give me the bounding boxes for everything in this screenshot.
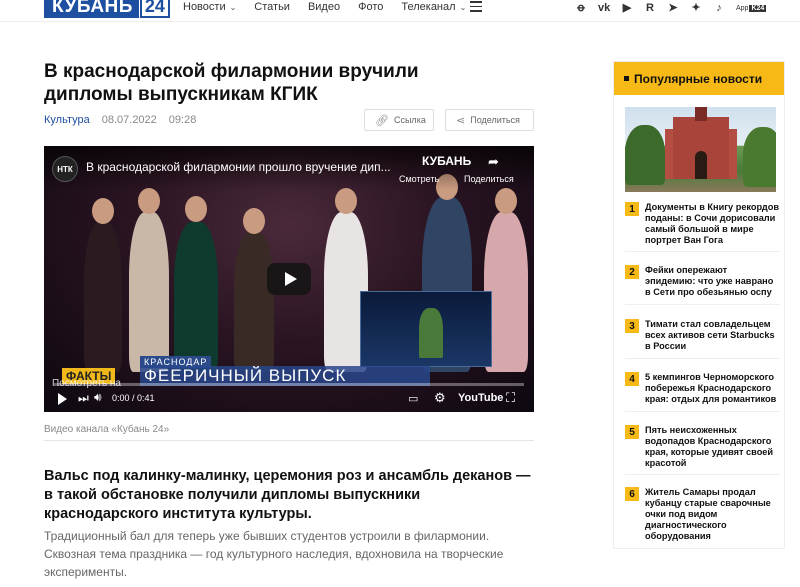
video-title[interactable]: В краснодарской филармонии прошло вручен… <box>86 160 406 174</box>
site-header: КУБАНЬ 24 Новости ⌄ Статьи Видео Фото Тел… <box>0 0 800 22</box>
video-brand-watermark: КУБАНЬ <box>422 154 472 168</box>
news-headline[interactable]: Пять неисхоженных водопадов Краснодарско… <box>645 425 780 469</box>
nav-item-video[interactable]: Видео <box>308 1 340 13</box>
volume-icon[interactable]: 🔊︎ <box>94 390 102 405</box>
nav-label: Видео <box>307 1 341 13</box>
video-player[interactable]: НТК В краснодарской филармонии прошло вр… <box>44 146 534 412</box>
nav-item-articles[interactable]: Статьи <box>254 1 290 13</box>
share-icon: ⋖ <box>456 114 466 127</box>
news-rank: 2 <box>625 265 639 279</box>
video-controls: Посмотреть на ⏭ 🔊︎ 0:00 / 0:41 ▭ ⚙ YouTu… <box>44 378 534 412</box>
main-nav: Новости ⌄ Статьи Видео Фото Телеканал ⌄ <box>183 1 484 13</box>
dzen-icon[interactable]: ✦ <box>690 2 702 14</box>
news-headline[interactable]: 5 кемпингов Черноморского побережья Крас… <box>645 372 780 405</box>
vk-icon[interactable]: vk <box>598 2 610 14</box>
odnoklassniki-icon[interactable]: ꝋ <box>575 2 587 14</box>
youtube-icon[interactable]: ▶ <box>621 2 633 14</box>
news-headline[interactable]: Житель Самары продал кубанцу старые свар… <box>645 487 780 542</box>
list-item[interactable]: 6 Житель Самары продал кубанцу старые сва… <box>625 487 780 542</box>
social-links: ꝋ vk ▶ R ➤ ✦ ♪ App K24 <box>575 2 767 14</box>
share-arrow-icon[interactable]: ➦ <box>488 154 499 170</box>
copy-link-label: Ссылка <box>393 115 426 125</box>
article-category[interactable]: Культура <box>44 114 90 126</box>
tiktok-icon[interactable]: ♪ <box>713 2 725 14</box>
gear-icon[interactable]: ⚙ <box>434 390 446 406</box>
app-link[interactable]: App K24 <box>736 4 767 12</box>
share-label: Поделиться <box>470 115 520 125</box>
article-lead: Вальс под калинку-малинку, церемония роз… <box>44 468 531 522</box>
captions-icon[interactable]: ▭ <box>408 392 418 405</box>
divider <box>625 304 780 305</box>
news-rank: 6 <box>625 487 639 501</box>
watch-later-label[interactable]: Смотреть <box>399 174 439 184</box>
nav-label: Фото <box>358 1 384 13</box>
popular-news-header: Популярные новости <box>614 62 784 95</box>
popular-news-image[interactable] <box>625 107 776 192</box>
popular-news: Популярные новости 1 Документы в Книгу ре… <box>613 61 785 549</box>
app-badge: K24 <box>749 4 767 12</box>
next-icon[interactable]: ⏭ <box>78 391 89 406</box>
list-item[interactable]: 4 5 кемпингов Черноморского побережья Кра… <box>625 372 780 405</box>
telegram-icon[interactable]: ➤ <box>667 2 679 14</box>
news-headline[interactable]: Фейки опережают эпидемию: что уже навран… <box>645 265 780 298</box>
play-icon[interactable] <box>58 393 67 405</box>
share-button[interactable]: ⋖ Поделиться <box>445 109 534 131</box>
news-inset <box>360 291 492 367</box>
article-title: В краснодарской филармонии вручили дипло… <box>44 61 419 105</box>
menu-icon[interactable] <box>470 1 482 15</box>
list-item[interactable]: 5 Пять неисхоженных водопадов Краснодарск… <box>625 425 780 469</box>
news-rank: 1 <box>625 202 639 216</box>
list-item[interactable]: 2 Фейки опережают эпидемию: что уже навра… <box>625 265 780 298</box>
list-item[interactable]: 3 Тимати стал совладельцем всех активов с… <box>625 319 780 352</box>
play-button[interactable] <box>267 263 311 295</box>
divider <box>625 358 780 359</box>
video-share-label[interactable]: Поделиться <box>464 174 514 184</box>
video-caption: Видео канала «Кубань 24» <box>44 424 170 435</box>
chevron-down-icon: ⌄ <box>229 2 237 12</box>
divider <box>625 251 780 252</box>
article-date: 08.07.2022 <box>101 114 157 126</box>
news-rank: 4 <box>625 372 639 386</box>
fullscreen-icon[interactable]: ⛶ <box>506 390 515 406</box>
chevron-down-icon: ⌄ <box>459 2 467 12</box>
nav-item-news[interactable]: Новости ⌄ <box>183 1 236 13</box>
logo-text: КУБАНЬ <box>44 0 139 18</box>
nav-label: Новости <box>183 1 226 13</box>
rutube-icon[interactable]: R <box>644 2 656 14</box>
news-headline[interactable]: Тимати стал совладельцем всех активов се… <box>645 319 780 352</box>
nav-label: Телеканал <box>401 1 456 13</box>
bullet-icon <box>624 76 629 81</box>
nav-label: Статьи <box>254 1 290 13</box>
link-icon: 🔗︎ <box>375 114 389 127</box>
popular-news-title: Популярные новости <box>634 71 763 86</box>
article-body: Традиционный бал для теперь уже бывших с… <box>44 529 504 579</box>
nav-item-photo[interactable]: Фото <box>358 1 383 13</box>
nav-item-tv[interactable]: Телеканал ⌄ <box>401 1 466 13</box>
play-icon <box>284 272 297 286</box>
copy-link-button[interactable]: 🔗︎ Ссылка <box>364 109 434 131</box>
channel-avatar[interactable]: НТК <box>52 156 78 182</box>
news-rank: 3 <box>625 319 639 333</box>
news-rank: 5 <box>625 425 639 439</box>
divider <box>625 411 780 412</box>
news-headline[interactable]: Документы в Книгу рекордов поданы: в Соч… <box>645 202 780 246</box>
video-time: 0:00 / 0:41 <box>112 393 155 403</box>
article-meta: Культура 08.07.2022 09:28 <box>44 114 196 126</box>
logo-number: 24 <box>139 0 170 18</box>
site-logo[interactable]: КУБАНЬ 24 <box>44 0 170 18</box>
divider <box>44 440 534 441</box>
divider <box>625 474 780 475</box>
watch-on-label[interactable]: Посмотреть на <box>52 378 121 389</box>
youtube-logo[interactable]: YouTube <box>458 392 503 404</box>
list-item[interactable]: 1 Документы в Книгу рекордов поданы: в Со… <box>625 202 780 246</box>
article-time: 09:28 <box>168 114 197 126</box>
app-label: App <box>736 4 749 12</box>
